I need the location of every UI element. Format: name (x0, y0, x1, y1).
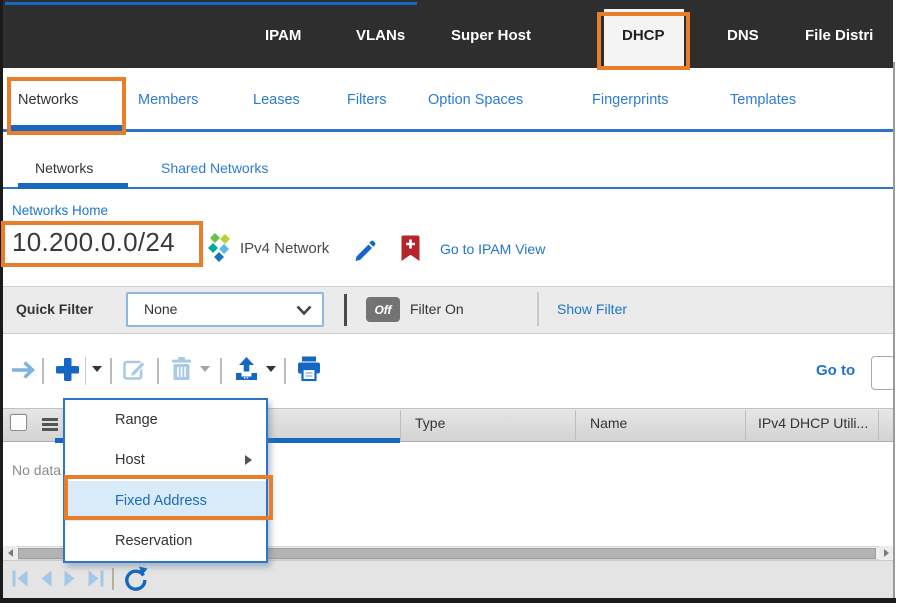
view-tabs-divider (3, 187, 893, 189)
menu-item-range[interactable]: Range (65, 400, 266, 440)
triangle-right-icon (883, 549, 889, 557)
nav-accent-line (5, 2, 417, 5)
filter-on-label: Filter On (410, 301, 464, 317)
column-header-dhcp-utilization[interactable]: IPv4 DHCP Utili... (758, 415, 876, 431)
select-all-checkbox[interactable] (9, 413, 28, 432)
column-separator (575, 410, 576, 440)
view-tab-networks[interactable]: Networks (35, 160, 93, 176)
last-page-icon[interactable] (86, 569, 106, 588)
toolbar-separator (42, 358, 44, 384)
subtab-option-spaces[interactable]: Option Spaces (428, 92, 523, 108)
scroll-right-button[interactable] (879, 546, 893, 560)
delete-dropdown-caret-icon[interactable] (200, 366, 210, 372)
nav-tab-file-distribution[interactable]: File Distri (805, 27, 873, 44)
pagination-separator (112, 568, 114, 590)
edit-icon[interactable] (122, 357, 147, 382)
subtab-templates[interactable]: Templates (730, 92, 796, 108)
dhcp-networks-screen: IPAM VLANs Super Host DHCP DNS File Dist… (0, 0, 903, 612)
filter-bar-divider-2 (537, 292, 539, 326)
add-icon[interactable] (54, 356, 81, 383)
breadcrumb-networks-home[interactable]: Networks Home (12, 203, 108, 218)
nav-tab-ipam[interactable]: IPAM (265, 27, 301, 44)
next-page-icon[interactable] (62, 569, 78, 588)
bookmark-add-icon[interactable] (400, 234, 421, 264)
chevron-down-icon (296, 305, 312, 316)
toolbar-separator (220, 358, 222, 384)
menu-item-label: Range (115, 412, 158, 428)
column-header-type[interactable]: Type (415, 415, 445, 431)
nav-tab-dns[interactable]: DNS (727, 27, 759, 44)
nav-tab-super-host[interactable]: Super Host (451, 27, 531, 44)
nav-tab-vlans[interactable]: VLANs (356, 27, 405, 44)
refresh-icon[interactable] (122, 566, 149, 593)
filter-bar-divider (344, 294, 347, 326)
column-menu-icon[interactable] (42, 418, 58, 433)
submenu-arrow-icon (245, 455, 252, 466)
column-header-name[interactable]: Name (590, 415, 627, 431)
scroll-left-button[interactable] (3, 546, 17, 560)
ipv4-network-icon (207, 233, 233, 263)
subtabs-divider (3, 129, 893, 132)
import-dropdown-caret-icon[interactable] (266, 366, 276, 372)
column-separator (878, 410, 879, 440)
delete-icon[interactable] (170, 356, 193, 381)
menu-item-reservation[interactable]: Reservation (65, 521, 266, 561)
window-border-right (893, 62, 895, 598)
quick-filter-selected-value: None (144, 301, 178, 317)
print-icon[interactable] (296, 355, 322, 382)
network-type-label: IPv4 Network (240, 240, 330, 257)
subtab-filters[interactable]: Filters (347, 92, 386, 108)
show-filter-link[interactable]: Show Filter (557, 301, 627, 317)
goto-label: Go to (816, 362, 856, 379)
menu-item-label: Host (115, 452, 145, 469)
go-into-arrow-icon[interactable] (10, 359, 37, 381)
empty-table-message: No data (12, 462, 62, 478)
view-tab-shared-networks[interactable]: Shared Networks (161, 160, 268, 176)
annotation-box-fixed-address (64, 475, 273, 520)
goto-input[interactable] (871, 356, 895, 390)
previous-page-icon[interactable] (38, 569, 54, 588)
column-separator (400, 410, 401, 440)
annotation-box-networks-subtab (7, 77, 126, 135)
window-border-left (0, 0, 3, 603)
add-dropdown-caret-icon[interactable] (92, 366, 102, 372)
subtab-leases[interactable]: Leases (253, 92, 300, 108)
toolbar-separator-thin (85, 357, 86, 385)
column-separator (745, 410, 746, 440)
go-to-ipam-view-link[interactable]: Go to IPAM View (440, 241, 545, 257)
toolbar-separator (157, 358, 159, 384)
subtab-members[interactable]: Members (138, 92, 198, 108)
top-nav-bar (3, 0, 893, 68)
edit-network-icon[interactable] (352, 237, 379, 264)
annotation-box-network-address (1, 221, 203, 267)
subtab-fingerprints[interactable]: Fingerprints (592, 92, 669, 108)
import-export-icon[interactable] (233, 355, 260, 382)
filter-toggle-off-badge[interactable]: Off (366, 297, 400, 322)
toolbar-separator (110, 358, 112, 384)
quick-filter-select[interactable]: None (126, 292, 324, 327)
quick-filter-label: Quick Filter (16, 301, 94, 317)
menu-item-label: Reservation (115, 532, 193, 549)
window-border-bottom (0, 598, 896, 603)
annotation-box-dhcp-tab (597, 12, 690, 70)
view-tab-selected-underline (18, 183, 128, 189)
toolbar-separator (284, 358, 286, 384)
triangle-left-icon (7, 549, 13, 557)
first-page-icon[interactable] (10, 569, 30, 588)
